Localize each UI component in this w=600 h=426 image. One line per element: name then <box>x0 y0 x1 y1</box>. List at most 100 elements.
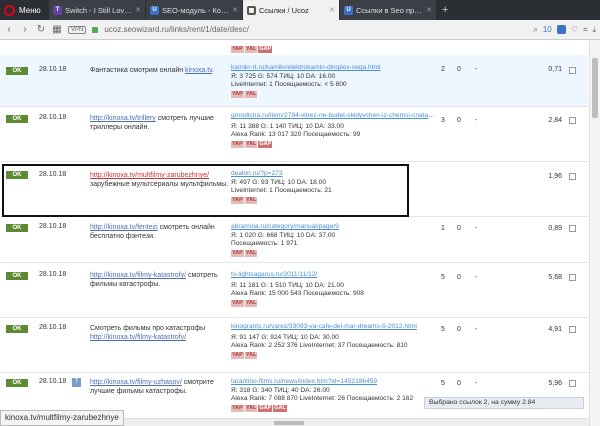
twitch-icon: T <box>53 5 62 15</box>
speed-dial-icon[interactable]: ▦ <box>52 24 62 35</box>
reload-icon[interactable]: ↻ <box>36 24 46 35</box>
horizontal-scrollbar[interactable] <box>120 418 589 426</box>
se-badge-yal: YAL <box>244 46 258 53</box>
close-tab-icon[interactable]: ✕ <box>426 6 432 14</box>
se-badge-yap: YAP <box>231 140 244 148</box>
count-cell: - <box>475 66 478 73</box>
se-badge-yal: YAL <box>244 299 258 307</box>
count-cell: 0 <box>457 326 461 333</box>
count-cell: 3 <box>441 117 445 124</box>
se-badge-yal: YAL <box>244 90 258 98</box>
donor-metrics-2: Посещаемость: 1 971 <box>231 240 298 247</box>
donor-metrics-1: Я: 91 147 G: 924 ТИЦ: 10 DA: 30.00 <box>231 333 339 341</box>
donor-url[interactable]: abramola.ru/category/manual/page/9 <box>231 223 436 232</box>
table-row[interactable]: OK 28.10.18 http://kinoxa.tv/trillery см… <box>0 107 588 162</box>
se-badge-yal: YAL <box>244 249 258 257</box>
donor-metrics-1: Я: 1 020 G: 668 ТИЦ: 10 DA: 37.00 <box>231 231 336 239</box>
donor-url[interactable]: tarantino-films.ru/news/index.htm?id=145… <box>231 378 436 387</box>
se-badge-yap: YAP <box>231 404 244 412</box>
table-row[interactable]: OK 28.10.18 Смотреть фильмы про катастро… <box>0 318 588 373</box>
status-badge: OK <box>6 272 28 280</box>
tab-links-ucoz[interactable]: ▦ Ссылки / Ucoz ✕ <box>243 0 339 20</box>
extension-badge[interactable]: 10 <box>543 25 552 34</box>
donor-url[interactable]: kinogrants.ru/varez/33093-va-cafe-del-ma… <box>231 323 436 332</box>
donor-site: kinogrants.ru/varez/33093-va-cafe-del-ma… <box>231 323 436 359</box>
grid-icon: ▦ <box>247 5 256 15</box>
close-tab-icon[interactable]: ✕ <box>329 6 335 14</box>
table-row[interactable]: OK 28.10.18 http://kinoxa.tv/filmy-katas… <box>0 263 588 318</box>
anchor-text: http://kinoxa.tv/trillery смотреть лучши… <box>90 114 230 132</box>
close-tab-icon[interactable]: ✕ <box>232 6 238 14</box>
count-cell: - <box>475 326 478 333</box>
price-cell: 5,68 <box>548 274 562 281</box>
se-badge-yal: YAL <box>244 140 258 148</box>
se-badge-gap: GAP <box>258 404 273 412</box>
anchor-text: http://kinoxa.tv/filmy-katastrofy/ смотр… <box>90 271 230 289</box>
status-badge: OK <box>6 115 28 123</box>
donor-metrics-1: Я: 11 181 G: 1 510 ТИЦ: 10 DA: 21.00 <box>231 281 344 289</box>
anchor-link[interactable]: http://kinoxa.tv/fentezi <box>90 224 158 231</box>
donor-metrics-1: Я: 3 725 G: 574 ТИЦ: 10 DA: 16.00 <box>231 72 336 80</box>
vpn-badge[interactable]: VPN <box>68 25 87 34</box>
donor-metrics-2: Alexa Rank: 7 088 870 LiveInternet: 26 П… <box>231 395 414 402</box>
extension-icon[interactable] <box>556 25 566 34</box>
donor-site: tv-lightsagarus.ru/2011/11/12/ Я: 11 181… <box>231 271 436 307</box>
date-cell: 28.10.18 <box>39 223 67 230</box>
search-icon[interactable]: ⌕ <box>533 25 537 35</box>
tab-label: Ссылки в Seo продвиж <box>356 5 423 15</box>
tab-switch[interactable]: T Switch - I Still Love You | ✕ <box>49 0 145 20</box>
donor-url[interactable]: kamikr-rt.ru/kamikr/elektrokamin-dimplex… <box>231 64 436 73</box>
tab-seo-links[interactable]: U Ссылки в Seo продвиж ✕ <box>340 0 436 20</box>
count-cell: 0 <box>457 380 461 387</box>
tab-seo-module[interactable]: U SEO-модуль - Комплекс ✕ <box>146 0 242 20</box>
count-cell: 1 <box>441 225 445 232</box>
close-tab-icon[interactable]: ✕ <box>135 6 141 14</box>
table-row[interactable]: OK 28.10.18 http://kinoxa.tv/fentezi смо… <box>0 217 588 263</box>
row-checkbox[interactable] <box>569 67 576 74</box>
ad-pre: Смотреть фильмы про катастрофы <box>90 325 206 332</box>
donor-site: abramola.ru/category/manual/page/9 Я: 1 … <box>231 223 436 257</box>
selection-highlight <box>2 164 409 217</box>
anchor-link[interactable]: http://kinoxa.tv/filmy-uzhasov/ <box>90 379 182 386</box>
count-cell: 0 <box>457 274 461 281</box>
count-cell: - <box>475 225 478 232</box>
anchor-link[interactable]: http://kinoxa.tv/filmy-katastrofy/ <box>90 334 186 341</box>
row-checkbox[interactable] <box>569 173 576 180</box>
forward-icon[interactable]: › <box>20 24 30 35</box>
anchor-link[interactable]: http://kinoxa.tv/trillery <box>90 115 156 122</box>
row-checkbox[interactable] <box>569 380 576 387</box>
donor-metrics-2: Alexa Rank: 15 000 543 Посещаемость: 908 <box>231 290 364 297</box>
vertical-scrollbar[interactable] <box>589 40 600 426</box>
donor-url[interactable]: tv-lightsagarus.ru/2011/11/12/ <box>231 271 436 280</box>
back-icon[interactable]: ‹ <box>4 24 14 35</box>
price-cell: 5,96 <box>548 380 562 387</box>
snapshot-icon[interactable]: ⌗ <box>583 25 588 35</box>
opera-menu-button[interactable]: Меню <box>0 0 48 20</box>
se-badge-yal: YAL <box>244 351 258 359</box>
ucoz-icon: U <box>150 5 159 15</box>
se-badge-yap: YAP <box>231 299 244 307</box>
status-badge: OK <box>6 67 28 75</box>
new-tab-button[interactable]: + <box>436 0 454 20</box>
anchor-text: Смотреть фильмы про катастрофы http://ki… <box>90 324 230 342</box>
table-row[interactable]: OK 28.10.18 Фантастика смотрим онлайн ki… <box>0 55 588 107</box>
donor-url[interactable]: gorodistra.ru/item/2794-vitrez-ne-budet-… <box>231 112 436 121</box>
heart-icon[interactable]: ♡ <box>571 25 578 34</box>
download-icon[interactable]: ⤓ <box>592 25 596 35</box>
row-checkbox[interactable] <box>569 117 576 124</box>
se-badges: YAP YAL GAP <box>231 45 273 53</box>
address-input[interactable]: ucoz.seowizard.ru/links/rent/1/date/desc… <box>104 25 527 34</box>
anchor-link[interactable]: http://kinoxa.tv/filmy-katastrofy/ <box>90 272 186 279</box>
scroll-thumb[interactable] <box>592 58 598 118</box>
row-checkbox[interactable] <box>569 225 576 232</box>
horizontal-scroll-thumb[interactable] <box>274 421 304 425</box>
se-badge-gap: GAP <box>258 46 273 53</box>
se-badge-gal: GAL <box>273 404 287 412</box>
ad-pre: Фантастика смотрим онлайн <box>90 67 186 74</box>
anchor-link[interactable]: kinoxa.tv <box>185 67 212 74</box>
row-checkbox[interactable] <box>569 274 576 281</box>
se-badge-yap: YAP <box>231 46 244 53</box>
row-checkbox[interactable] <box>569 326 576 333</box>
count-cell: 2 <box>441 66 445 73</box>
opera-logo-icon <box>4 4 15 16</box>
